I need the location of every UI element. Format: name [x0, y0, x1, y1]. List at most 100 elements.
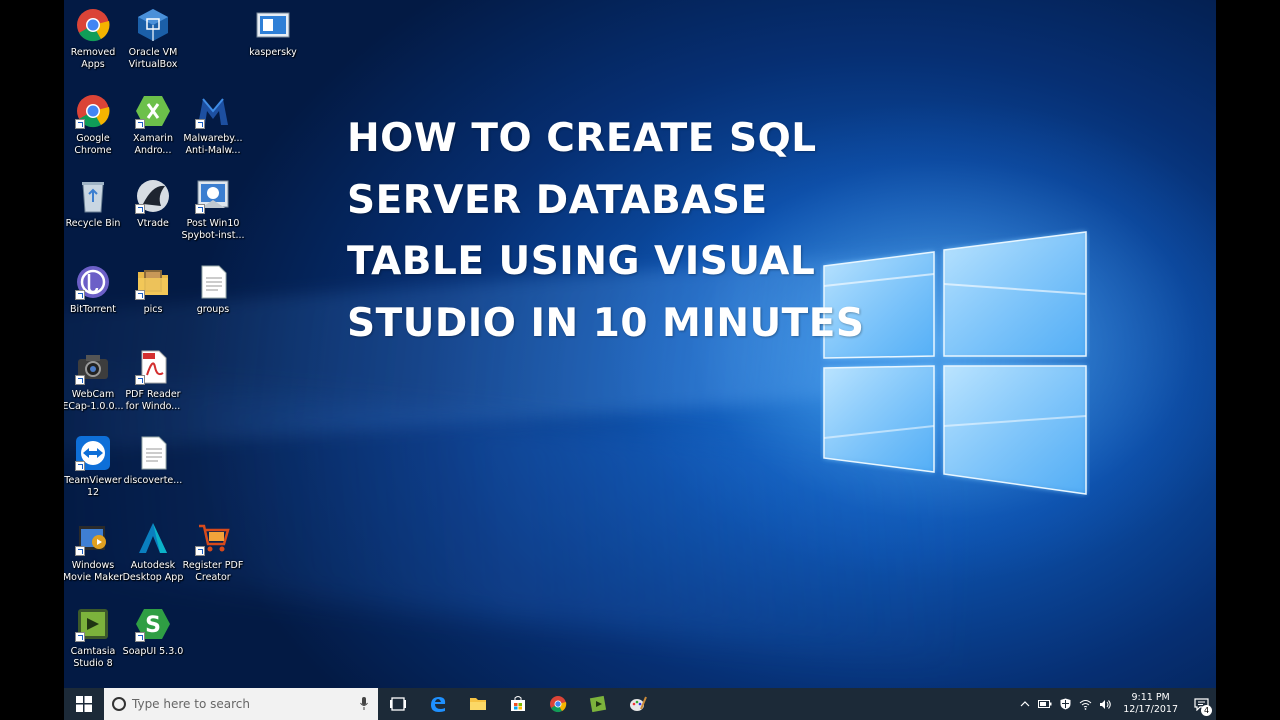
autodesk-icon: [135, 520, 171, 556]
icon-label: groups: [196, 304, 230, 315]
desktop-icon-spybot[interactable]: Post Win10 Spybot-inst...: [181, 178, 245, 242]
desktop-icon-register-pdf-creator[interactable]: Register PDF Creator: [181, 520, 245, 584]
desktop-icon-webcam[interactable]: WebCam ECap-1.0.0...: [64, 349, 125, 413]
malwarebytes-icon: [195, 93, 231, 129]
icon-label: SoapUI 5.3.0: [122, 646, 184, 657]
teamviewer-icon: [75, 435, 111, 471]
system-tray: 9:11 PM 12/17/2017 4: [1015, 688, 1216, 720]
bittorrent-icon: [75, 264, 111, 300]
microphone-icon[interactable]: [360, 697, 368, 710]
camtasia-icon: [589, 695, 607, 713]
icon-label: PDF Reader for Windo...: [125, 389, 181, 412]
icon-label: Removed Apps: [70, 47, 116, 70]
kaspersky-icon: [255, 7, 291, 43]
edge-icon: [431, 697, 446, 712]
cart-icon: [195, 520, 231, 556]
letterbox-right: [1216, 0, 1280, 720]
desktop-icon-removed-apps[interactable]: Removed Apps: [64, 7, 125, 71]
desktop-icon-soapui[interactable]: S SoapUI 5.3.0: [121, 606, 185, 658]
notification-count-badge: 4: [1201, 705, 1212, 716]
icon-label: Post Win10 Spybot-inst...: [181, 218, 245, 241]
action-center-button[interactable]: 4: [1186, 688, 1216, 720]
spybot-icon: [195, 178, 231, 214]
windows-start-icon: [76, 696, 92, 712]
volume-icon[interactable]: [1095, 688, 1115, 720]
desktop-icon-windows-movie-maker[interactable]: Windows Movie Maker: [64, 520, 125, 584]
document-icon: [195, 264, 231, 300]
movie-maker-icon: [75, 520, 111, 556]
show-hidden-icons-chevron-up-icon[interactable]: [1015, 688, 1035, 720]
folder-icon: [470, 698, 486, 710]
desktop-icon-autodesk[interactable]: Autodesk Desktop App: [121, 520, 185, 584]
icon-label: BitTorrent: [70, 304, 116, 315]
taskbar-file-explorer[interactable]: [458, 688, 498, 720]
soapui-icon: S: [135, 606, 171, 642]
clock-date: 12/17/2017: [1123, 704, 1178, 715]
icon-label: pics: [143, 304, 163, 315]
icon-label: Vtrade: [137, 218, 169, 229]
search-placeholder: Type here to search: [132, 697, 250, 711]
task-view-icon: [390, 697, 406, 711]
virtualbox-icon: [135, 7, 171, 43]
title-line: HOW TO CREATE SQL: [347, 116, 817, 161]
taskbar-chrome[interactable]: [538, 688, 578, 720]
title-line: SERVER DATABASE: [347, 177, 768, 223]
desktop-icon-kaspersky[interactable]: kaspersky: [241, 7, 305, 59]
chrome-icon: [75, 93, 111, 129]
icon-label: Recycle Bin: [65, 218, 121, 229]
icon-label: Xamarin Andro...: [133, 133, 173, 156]
recycle-bin-icon: [75, 178, 111, 214]
wifi-icon[interactable]: [1075, 688, 1095, 720]
desktop-icon-bittorrent[interactable]: BitTorrent: [64, 264, 125, 316]
icon-label: Autodesk Desktop App: [122, 560, 184, 583]
store-icon: [511, 696, 525, 711]
desktop-icon-xamarin[interactable]: Xamarin Andro...: [121, 93, 185, 157]
desktop[interactable]: HOW TO CREATE SQL SERVER DATABASE TABLE …: [64, 0, 1216, 688]
icon-label: WebCam ECap-1.0.0...: [64, 389, 124, 412]
chrome-icon: [75, 7, 111, 43]
chrome-icon: [550, 696, 567, 713]
icon-label: Oracle VM VirtualBox: [128, 47, 178, 70]
title-line: TABLE USING VISUAL: [347, 239, 816, 284]
icon-label: Malwareby... Anti-Malw...: [183, 133, 243, 156]
title-line: STUDIO IN 10 MINUTES: [347, 300, 865, 346]
icon-label: Windows Movie Maker: [64, 560, 124, 583]
taskbar-store[interactable]: [498, 688, 538, 720]
desktop-icon-virtualbox[interactable]: Oracle VM VirtualBox: [121, 7, 185, 71]
taskbar: Type here to search 9:11 PM 12/17/2017 4: [64, 688, 1216, 720]
icon-label: Camtasia Studio 8: [70, 646, 116, 669]
desktop-icon-vtrade[interactable]: Vtrade: [121, 178, 185, 230]
paint-icon: [630, 696, 647, 711]
battery-icon[interactable]: [1035, 688, 1055, 720]
search-box[interactable]: Type here to search: [104, 688, 378, 720]
desktop-icon-teamviewer[interactable]: TeamViewer 12: [64, 435, 125, 499]
letterbox-left: [0, 0, 64, 720]
vtrade-icon: [135, 178, 171, 214]
icon-label: kaspersky: [249, 47, 297, 58]
desktop-icon-pdf-reader[interactable]: PDF Reader for Windo...: [121, 349, 185, 413]
clock[interactable]: 9:11 PM 12/17/2017: [1115, 692, 1186, 716]
pdf-icon: [135, 349, 171, 385]
icon-label: Google Chrome: [74, 133, 112, 156]
cortana-icon: [112, 697, 126, 711]
icon-label: Register PDF Creator: [182, 560, 244, 583]
desktop-icon-discoverte[interactable]: discoverte...: [121, 435, 185, 487]
start-button[interactable]: [64, 688, 104, 720]
xamarin-icon: [135, 93, 171, 129]
video-title: HOW TO CREATE SQL SERVER DATABASE TABLE …: [347, 108, 907, 354]
desktop-icon-camtasia[interactable]: Camtasia Studio 8: [64, 606, 125, 670]
webcam-icon: [75, 349, 111, 385]
desktop-icon-google-chrome[interactable]: Google Chrome: [64, 93, 125, 157]
desktop-icon-groups[interactable]: groups: [181, 264, 245, 316]
camtasia-icon: [75, 606, 111, 642]
folder-icon: [135, 264, 171, 300]
icon-label: TeamViewer 12: [64, 475, 122, 498]
shield-icon[interactable]: [1055, 688, 1075, 720]
taskbar-paint[interactable]: [618, 688, 658, 720]
desktop-icon-pics[interactable]: pics: [121, 264, 185, 316]
taskbar-edge[interactable]: [418, 688, 458, 720]
taskbar-camtasia[interactable]: [578, 688, 618, 720]
desktop-icon-malwarebytes[interactable]: Malwareby... Anti-Malw...: [181, 93, 245, 157]
desktop-icon-recycle-bin[interactable]: Recycle Bin: [64, 178, 125, 230]
task-view-button[interactable]: [378, 688, 418, 720]
